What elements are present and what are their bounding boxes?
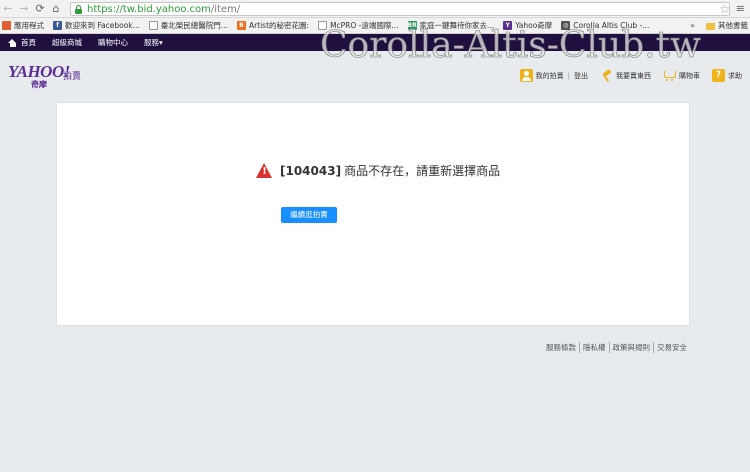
bookmark-label: 應用程式 [14, 21, 44, 30]
watermark-text: Corolla-Altis-Club.tw [320, 25, 702, 66]
sell-link[interactable]: 我要賣東西 [600, 69, 651, 82]
cart-link[interactable]: 購物車 [663, 69, 700, 82]
logo-wordmark: YAHOO! [8, 62, 70, 81]
help-link[interactable]: 求助 [712, 69, 742, 82]
back-icon[interactable]: ← [0, 0, 16, 18]
my-auction-link[interactable]: 我的拍賣 [519, 69, 564, 82]
other-bookmarks[interactable]: 其他書籤 [706, 18, 748, 33]
forward-icon[interactable]: → [16, 0, 32, 18]
footer-links: 服務條款 隱私權 政策與規則 交易安全 [543, 342, 690, 353]
url-path: /item/ [210, 3, 241, 15]
other-bookmarks-label: 其他書籤 [718, 21, 748, 30]
home-icon[interactable]: ⌂ [48, 0, 64, 18]
bookmark-star-icon[interactable]: ☆ [719, 0, 730, 18]
help-icon [712, 69, 725, 82]
footer-privacy-link[interactable]: 隱私權 [579, 342, 609, 353]
footer-policy-link[interactable]: 政策與規則 [608, 342, 654, 353]
page-icon [148, 21, 158, 30]
bookmark-label: 歡迎來到 Facebook... [65, 21, 140, 30]
user-icon [519, 69, 533, 82]
help-label: 求助 [728, 71, 742, 80]
lock-icon [74, 4, 83, 14]
my-auction-label: 我的拍賣 [535, 71, 564, 80]
apps-icon [2, 21, 11, 30]
yahoo-auction-logo[interactable]: YAHOO! 奇摩 拍賣 [8, 62, 81, 89]
folder-icon [706, 22, 715, 30]
browser-menu-icon[interactable]: ≡ [736, 0, 745, 18]
cart-label: 購物車 [679, 71, 700, 80]
url-host: https://tw.bid.yahoo.com [87, 3, 211, 15]
bookmark-label: Artist的秘密花園: [248, 21, 310, 30]
url-text: https://tw.bid.yahoo.com/item/ [87, 4, 240, 15]
footer-terms-link[interactable]: 服務條款 [543, 342, 579, 353]
reload-icon[interactable]: ⟳ [32, 0, 48, 18]
bookmark-item[interactable]: B Artist的秘密花園: [236, 20, 310, 31]
nav-supermall[interactable]: 超級商城 [52, 37, 82, 48]
logo-subbrand: 奇摩 [31, 80, 47, 89]
blogger-icon: B [236, 21, 246, 30]
bookmark-item[interactable]: 臺北榮民總醫院門... [148, 20, 228, 31]
url-input[interactable]: https://tw.bid.yahoo.com/item/ [70, 2, 730, 16]
bookmark-item[interactable]: 應用程式 [2, 20, 44, 31]
logout-link[interactable]: 登出 [574, 71, 588, 81]
nav-home-label: 首頁 [21, 38, 36, 47]
error-code: [104043] [280, 163, 342, 178]
error-message-line: ! [104043] 商品不存在，請重新選擇商品 [256, 162, 500, 179]
gavel-icon [600, 69, 613, 82]
sell-label: 我要賣東西 [616, 71, 651, 80]
error-message: 商品不存在，請重新選擇商品 [344, 164, 501, 178]
logo-section: 拍賣 [63, 72, 82, 82]
nav-services[interactable]: 服務▾ [144, 37, 163, 48]
browser-address-bar: ← → ⟳ ⌂ https://tw.bid.yahoo.com/item/ ☆… [0, 0, 750, 18]
warning-icon: ! [256, 163, 273, 178]
cart-icon [663, 69, 676, 82]
header-links: 我的拍賣 | 登出 我要賣東西 購物車 求助 [519, 69, 742, 82]
error-card: ! [104043] 商品不存在，請重新選擇商品 繼續逛拍賣 [56, 102, 690, 326]
separator: | [567, 71, 570, 80]
facebook-icon: f [53, 21, 62, 30]
footer-safety-link[interactable]: 交易安全 [653, 342, 690, 353]
nav-home[interactable]: 首頁 [8, 37, 36, 48]
bookmark-label: 臺北榮民總醫院門... [160, 21, 228, 30]
continue-browsing-button[interactable]: 繼續逛拍賣 [281, 207, 337, 223]
nav-shopping-center[interactable]: 購物中心 [98, 37, 128, 48]
home-icon [8, 38, 17, 47]
bookmark-item[interactable]: f 歡迎來到 Facebook... [53, 20, 140, 31]
